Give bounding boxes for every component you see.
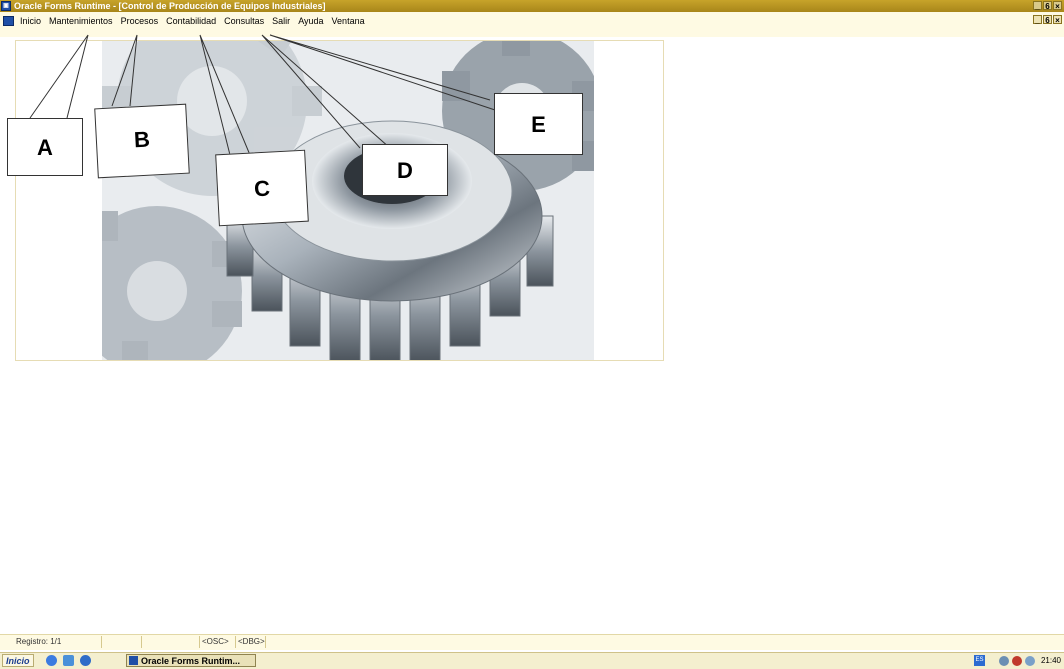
status-cell-empty-1 xyxy=(102,636,142,648)
menu-item-ayuda[interactable]: Ayuda xyxy=(298,16,323,26)
callout-d: D xyxy=(362,144,448,196)
dbg-indicator: <DBG> xyxy=(238,636,266,648)
security-icon[interactable] xyxy=(1011,655,1022,666)
taskbar-oracle-forms-button[interactable]: Oracle Forms Runtim... xyxy=(126,654,256,667)
record-indicator: Registro: 1/1 xyxy=(14,636,102,648)
window-controls: _ 6 × xyxy=(1033,1,1062,11)
network-icon[interactable] xyxy=(998,655,1009,666)
quick-launch xyxy=(46,655,91,666)
mdi-close-button[interactable]: × xyxy=(1053,15,1062,25)
callout-a: A xyxy=(7,118,83,176)
gears-image xyxy=(102,41,594,360)
menu-item-procesos[interactable]: Procesos xyxy=(121,16,159,26)
menu-item-mantenimientos[interactable]: Mantenimientos xyxy=(49,16,113,26)
menu-item-contabilidad[interactable]: Contabilidad xyxy=(166,16,216,26)
mdi-restore-button[interactable]: 6 xyxy=(1043,15,1052,25)
status-cell-empty-2 xyxy=(142,636,200,648)
status-bar: Registro: 1/1 <OSC> <DBG> xyxy=(0,634,1064,650)
close-button[interactable]: × xyxy=(1053,1,1062,11)
window-title: Oracle Forms Runtime - [Control de Produ… xyxy=(14,1,326,11)
oracle-forms-icon: ▣ xyxy=(1,1,11,11)
ie-icon[interactable] xyxy=(46,655,57,666)
menu-item-inicio[interactable]: Inicio xyxy=(20,16,41,26)
mdi-minimize-button[interactable]: _ xyxy=(1033,15,1042,25)
mdi-window-controls: _ 6 × xyxy=(1033,15,1062,25)
taskbar: Inicio Oracle Forms Runtim... ES 21:40 xyxy=(0,652,1064,669)
menu-bar: Inicio Mantenimientos Procesos Contabili… xyxy=(0,12,1064,37)
osc-indicator: <OSC> xyxy=(200,636,236,648)
form-canvas xyxy=(15,40,664,361)
start-button[interactable]: Inicio xyxy=(2,654,34,667)
menu-items: Inicio Mantenimientos Procesos Contabili… xyxy=(20,16,365,26)
minimize-button[interactable]: _ xyxy=(1033,1,1042,11)
volume-icon[interactable] xyxy=(1024,655,1035,666)
title-bar: ▣ Oracle Forms Runtime - [Control de Pro… xyxy=(0,0,1064,12)
menu-item-salir[interactable]: Salir xyxy=(272,16,290,26)
menu-item-consultas[interactable]: Consultas xyxy=(224,16,264,26)
document-icon[interactable] xyxy=(3,16,14,26)
callout-c: C xyxy=(215,149,309,227)
system-tray: ES 21:40 xyxy=(973,655,1061,666)
desktop-icon[interactable] xyxy=(63,655,74,666)
callout-b: B xyxy=(94,103,190,179)
menu-item-ventana[interactable]: Ventana xyxy=(332,16,365,26)
callout-e: E xyxy=(494,93,583,155)
task-label: Oracle Forms Runtim... xyxy=(141,656,241,666)
clock: 21:40 xyxy=(1040,656,1061,665)
oracle-forms-icon xyxy=(129,656,138,665)
language-indicator[interactable]: ES xyxy=(973,655,985,666)
restore-button[interactable]: 6 xyxy=(1043,1,1052,11)
media-player-icon[interactable] xyxy=(80,655,91,666)
